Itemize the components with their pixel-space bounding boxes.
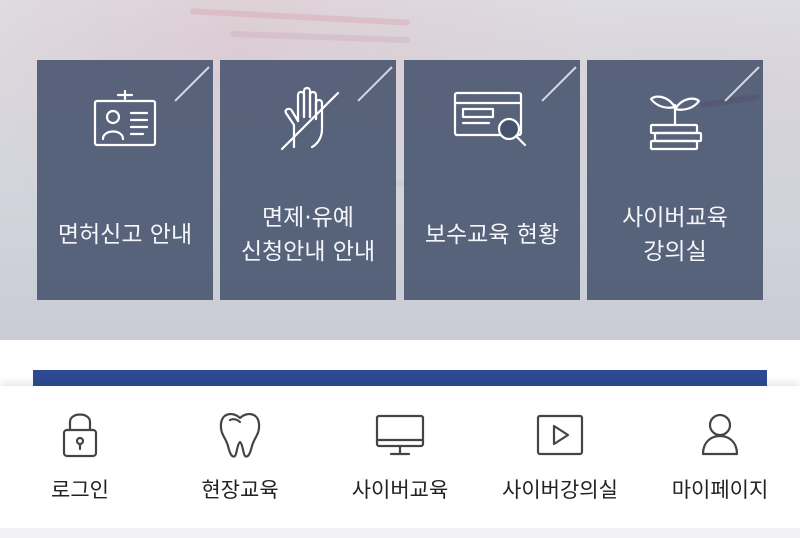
tab-cyber-education[interactable]: 사이버교육 bbox=[320, 386, 480, 526]
tile-label: 사이버교육 강의실 bbox=[587, 195, 763, 275]
monitor-icon bbox=[320, 408, 480, 460]
tab-login[interactable]: 로그인 bbox=[0, 386, 160, 526]
hand-icon bbox=[220, 85, 396, 155]
tab-label: 로그인 bbox=[51, 478, 109, 502]
tab-my-page[interactable]: 마이페이지 bbox=[640, 386, 800, 526]
tile-label-line2: 강의실 bbox=[643, 239, 707, 265]
bottom-edge bbox=[0, 528, 800, 538]
tile-label: 면허신고 안내 bbox=[37, 195, 213, 275]
tile-label-line2: 신청안내 안내 bbox=[240, 239, 376, 265]
tile-label-line1: 보수교육 현황 bbox=[424, 222, 560, 248]
tab-cyber-classroom[interactable]: 사이버강의실 bbox=[480, 386, 640, 526]
background-streak bbox=[229, 30, 411, 44]
tile-label-line1: 사이버교육 bbox=[622, 205, 728, 231]
document-search-icon bbox=[404, 85, 580, 155]
tile-label: 면제·유예 신청안내 안내 bbox=[220, 195, 396, 275]
tab-label: 사이버강의실 bbox=[502, 478, 618, 502]
id-card-icon bbox=[37, 85, 213, 155]
tile-license-report[interactable]: 면허신고 안내 bbox=[37, 60, 213, 300]
tile-label-line1: 면제·유예 bbox=[262, 205, 354, 231]
user-icon bbox=[640, 408, 800, 460]
lock-icon bbox=[0, 408, 160, 460]
tile-training-status[interactable]: 보수교육 현황 bbox=[404, 60, 580, 300]
tile-label-line1: 면허신고 안내 bbox=[57, 222, 193, 248]
play-icon bbox=[480, 408, 640, 460]
tab-onsite-education[interactable]: 현장교육 bbox=[160, 386, 320, 526]
bottom-tab-bar: 로그인 현장교육 사이버교육 사이버강의실 마이페이지 bbox=[0, 386, 800, 538]
tile-label: 보수교육 현황 bbox=[404, 195, 580, 275]
hero-banner: 면허신고 안내 면제·유예 신청안내 안내 보수교육 현황 사이버교육 강의실 bbox=[0, 0, 800, 340]
sprout-books-icon bbox=[587, 85, 763, 155]
tile-cyber-classroom[interactable]: 사이버교육 강의실 bbox=[587, 60, 763, 300]
tab-label: 현장교육 bbox=[201, 478, 279, 502]
tooth-icon bbox=[160, 408, 320, 460]
tile-exemption-deferral[interactable]: 면제·유예 신청안내 안내 bbox=[220, 60, 396, 300]
background-streak bbox=[189, 8, 411, 26]
tab-label: 마이페이지 bbox=[671, 478, 769, 502]
tab-label: 사이버교육 bbox=[351, 478, 449, 502]
quick-menu-tiles: 면허신고 안내 면제·유예 신청안내 안내 보수교육 현황 사이버교육 강의실 bbox=[37, 60, 763, 300]
